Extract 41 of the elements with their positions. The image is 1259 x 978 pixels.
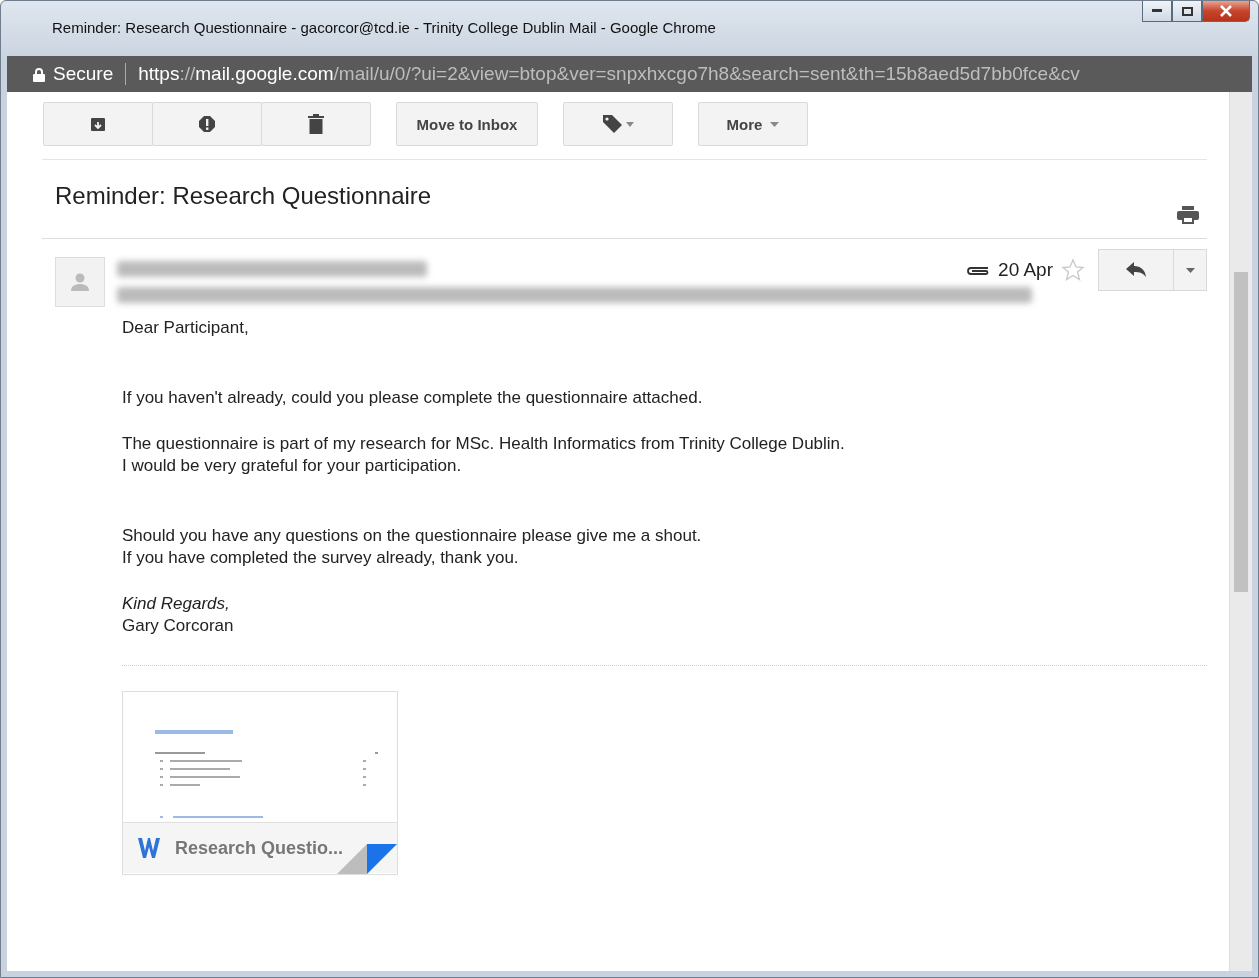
person-icon [70, 272, 90, 292]
move-to-inbox-button[interactable]: Move to Inbox [396, 102, 538, 146]
archive-icon [90, 116, 106, 132]
print-icon[interactable] [1177, 206, 1199, 224]
body-text: I would be very grateful for your participation. [122, 455, 462, 477]
archive-button[interactable] [43, 102, 153, 146]
body-text: Dear Participant, [122, 317, 249, 339]
message-date: 20 Apr [998, 259, 1053, 281]
scrollbar[interactable] [1229, 92, 1252, 971]
minimize-button[interactable] [1142, 1, 1172, 22]
minimize-icon [1152, 9, 1162, 13]
more-button[interactable]: More [698, 102, 808, 146]
body-text: If you haven't already, could you please complete the questionnaire attached. [122, 387, 703, 409]
reply-icon [1126, 262, 1146, 278]
word-document-icon [137, 837, 161, 859]
exclamation-icon [198, 115, 216, 133]
reply-button[interactable] [1098, 249, 1174, 291]
body-text: Kind Regards, [122, 593, 230, 615]
lock-icon [33, 66, 45, 82]
body-text: Should you have any questions on the questionnaire please give me a shout. [122, 525, 702, 547]
url-text[interactable]: https://mail.google.com/mail/u/0/?ui=2&view=btop&ver=snpxhxcgo7h8&search=sent&th=15b8aed5d7bb0fce&cv [134, 63, 1080, 85]
report-spam-button[interactable] [152, 102, 262, 146]
window-title: Reminder: Research Questionnaire - gacorcor@tcd.ie - Trinity College Dublin Mail - Google Chrome [52, 19, 716, 36]
maximize-icon [1181, 6, 1193, 16]
delete-button[interactable] [261, 102, 371, 146]
body-text: Gary Corcoran [122, 615, 234, 637]
close-button[interactable] [1202, 1, 1250, 22]
attachment-card[interactable]: Research Questio... [122, 691, 398, 875]
paperclip-icon [964, 264, 991, 276]
close-icon [1220, 5, 1232, 17]
subject-heading: Reminder: Research Questionnaire [55, 182, 432, 210]
star-icon[interactable] [1061, 258, 1085, 282]
body-text: If you have completed the survey already, thank you. [122, 547, 519, 569]
caret-icon [770, 121, 780, 127]
body-text: The questionnaire is part of my research for MSc. Health Informatics from Trinity College Dublin. [122, 433, 845, 455]
security-label[interactable]: Secure [53, 63, 127, 85]
maximize-button[interactable] [1172, 1, 1202, 22]
labels-button[interactable] [563, 102, 673, 146]
trash-icon [308, 114, 324, 134]
tag-icon [601, 113, 635, 135]
caret-icon [1185, 267, 1195, 273]
